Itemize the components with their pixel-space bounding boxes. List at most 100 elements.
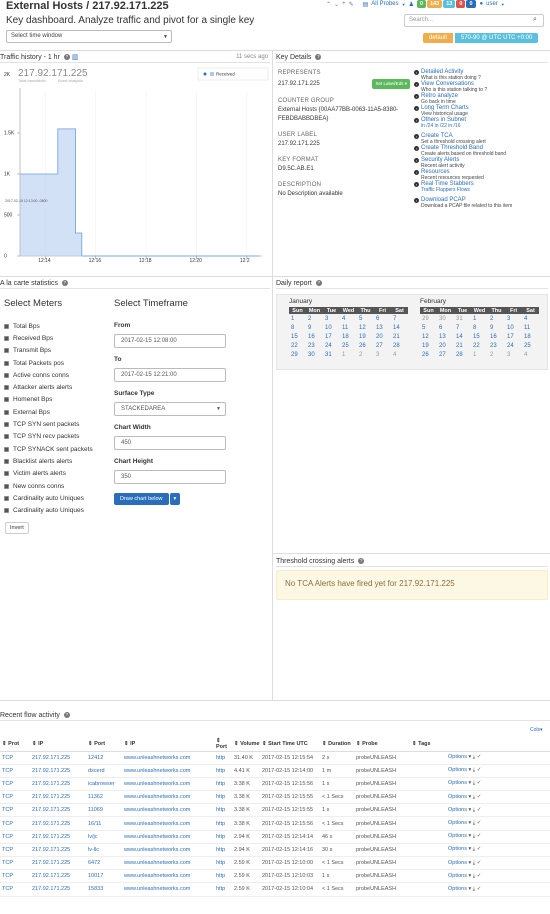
bell-icon[interactable]: ♟ [409, 1, 414, 8]
checkbox-icon[interactable] [4, 372, 9, 378]
calendar-day[interactable]: 29 [420, 314, 437, 323]
flow-cell[interactable]: www.unleashnetworks.com [122, 869, 214, 884]
calendar-day[interactable]: 1 [340, 350, 357, 359]
checkbox-icon[interactable] [4, 409, 9, 415]
edit-icon[interactable]: ✎ [349, 1, 354, 8]
flow-cell[interactable]: www.unleashnetworks.com [122, 751, 214, 765]
calendar-day[interactable]: 2 [357, 350, 374, 359]
calendar-day[interactable]: 5 [357, 314, 374, 323]
calendar-day[interactable]: 15 [471, 332, 488, 341]
flow-cell[interactable]: 6472 [86, 856, 122, 871]
meter-checkbox-item[interactable]: Total Bps [4, 320, 112, 332]
flow-cell[interactable]: www.unleashnetworks.com [122, 856, 214, 871]
calendar-day[interactable]: 24 [323, 341, 340, 350]
checkbox-icon[interactable] [4, 397, 9, 403]
calendar-day[interactable]: 19 [420, 341, 437, 350]
flow-cell[interactable]: TCP [0, 790, 30, 805]
flow-cell[interactable]: www.unleashnetworks.com [122, 777, 214, 792]
invert-button[interactable]: Invert [5, 522, 29, 534]
flow-options[interactable]: Options ▾ ⤓ ✓ [446, 764, 550, 778]
flow-cell[interactable]: 217.92.171.225 [30, 816, 86, 831]
to-input[interactable]: 2017-02-15 12:21:00 [114, 368, 226, 382]
calendar-day[interactable]: 21 [454, 341, 471, 350]
calendar-day[interactable]: 8 [289, 323, 306, 332]
options-menu[interactable]: Options [448, 794, 467, 800]
flow-cell[interactable]: http [214, 816, 232, 831]
set-label-button[interactable]: Set Label/Edit ▾ [372, 79, 410, 89]
flows-column-header[interactable]: ⇕ Prot [0, 737, 30, 752]
calendar-day[interactable]: 11 [340, 323, 357, 332]
flow-cell[interactable]: lv/jc [86, 830, 122, 844]
meter-checkbox-item[interactable]: New conns conns [4, 480, 112, 492]
flow-cell[interactable]: 217.92.171.225 [30, 830, 86, 844]
meter-checkbox-item[interactable]: External Bps [4, 406, 112, 418]
flow-cell[interactable]: 11362 [86, 790, 122, 805]
flows-column-header[interactable]: ⇕ Probe [354, 737, 410, 752]
calendar-day[interactable]: 30 [306, 350, 323, 359]
traffic-chart[interactable]: 217.92.171.225 2K Total bandwidth Burst … [0, 63, 270, 273]
calendar-day[interactable]: 2 [306, 314, 323, 323]
options-menu[interactable]: Options [448, 767, 467, 773]
calendar-day[interactable]: 18 [340, 332, 357, 341]
flow-options[interactable]: Options ▾ ⤓ ✓ [446, 803, 550, 818]
meter-checkbox-item[interactable]: Blacklist alerts alerts [4, 455, 112, 467]
calendar-day[interactable]: 16 [488, 332, 505, 341]
calendar-day[interactable]: 3 [505, 314, 522, 323]
flows-column-header[interactable]: ⇕ Tags [410, 737, 446, 752]
calendar-day[interactable]: 3 [374, 350, 391, 359]
calendar-day[interactable]: 23 [306, 341, 323, 350]
meter-checkbox-item[interactable]: TCP SYN recv packets [4, 431, 112, 443]
help-icon[interactable]: ? [358, 558, 365, 565]
flow-cell[interactable]: http [214, 790, 232, 805]
width-input[interactable]: 450 [114, 436, 226, 450]
calendar-day[interactable]: 3 [505, 350, 522, 359]
flow-cell[interactable]: 217.92.171.225 [30, 777, 86, 792]
calendar-day[interactable]: 9 [488, 323, 505, 332]
meter-checkbox-item[interactable]: Active conns conns [4, 369, 112, 381]
cols-button[interactable]: Cols▾ [527, 726, 546, 734]
calendar-day[interactable]: 27 [374, 341, 391, 350]
flow-cell[interactable]: 217.92.171.225 [30, 843, 86, 858]
calendar-day[interactable]: 23 [488, 341, 505, 350]
check-icon[interactable]: ✓ [477, 754, 482, 760]
calendar-day[interactable]: 27 [437, 350, 454, 359]
calendar-day[interactable]: 10 [505, 323, 522, 332]
calendar-day[interactable]: 17 [323, 332, 340, 341]
meter-checkbox-item[interactable]: Attacker alerts alerts [4, 381, 112, 393]
options-menu[interactable]: Options [448, 754, 467, 760]
alert-count-badge[interactable]: 0 [417, 0, 427, 8]
all-probes-menu[interactable]: All Probes [371, 1, 398, 7]
options-menu[interactable]: Options [448, 860, 467, 866]
meter-checkbox-item[interactable]: Cardinality auto Uniques [4, 504, 112, 516]
calendar-day[interactable]: 8 [471, 323, 488, 332]
flow-cell[interactable]: TCP [0, 764, 30, 778]
flow-cell[interactable]: icabrowser [86, 777, 122, 792]
help-icon[interactable]: ? [315, 54, 322, 61]
calendar-day[interactable]: 12 [420, 332, 437, 341]
calendar-day[interactable]: 26 [420, 350, 437, 359]
flow-cell[interactable]: www.unleashnetworks.com [122, 830, 214, 844]
checkbox-icon[interactable] [4, 446, 9, 452]
flow-cell[interactable]: www.unleashnetworks.com [122, 764, 214, 778]
chevron-down-icon[interactable]: ▾ [169, 493, 181, 505]
from-input[interactable]: 2017-02-15 12:08:00 [114, 334, 226, 348]
help-icon[interactable]: ? [61, 280, 68, 287]
calendar-day[interactable]: 13 [437, 332, 454, 341]
flow-cell[interactable]: 217.92.171.225 [30, 790, 86, 805]
options-menu[interactable]: Options [448, 873, 467, 879]
check-icon[interactable]: ✓ [477, 780, 482, 786]
calendar-day[interactable]: 20 [374, 332, 391, 341]
flow-options[interactable]: Options ▾ ⤓ ✓ [446, 816, 550, 831]
calendar-day[interactable]: 11 [522, 323, 539, 332]
flow-cell[interactable]: TCP [0, 751, 30, 765]
flow-cell[interactable]: TCP [0, 777, 30, 792]
calendar-day[interactable]: 10 [323, 323, 340, 332]
options-menu[interactable]: Options [448, 833, 467, 839]
checkbox-icon[interactable] [4, 360, 9, 366]
calendar-day[interactable]: 21 [391, 332, 408, 341]
meter-checkbox-item[interactable]: TCP SYN sent packets [4, 418, 112, 430]
calendar-day[interactable]: 17 [505, 332, 522, 341]
flow-options[interactable]: Options ▾ ⤓ ✓ [446, 843, 550, 858]
flow-cell[interactable]: http [214, 843, 232, 858]
help-icon[interactable]: ? [315, 280, 322, 287]
